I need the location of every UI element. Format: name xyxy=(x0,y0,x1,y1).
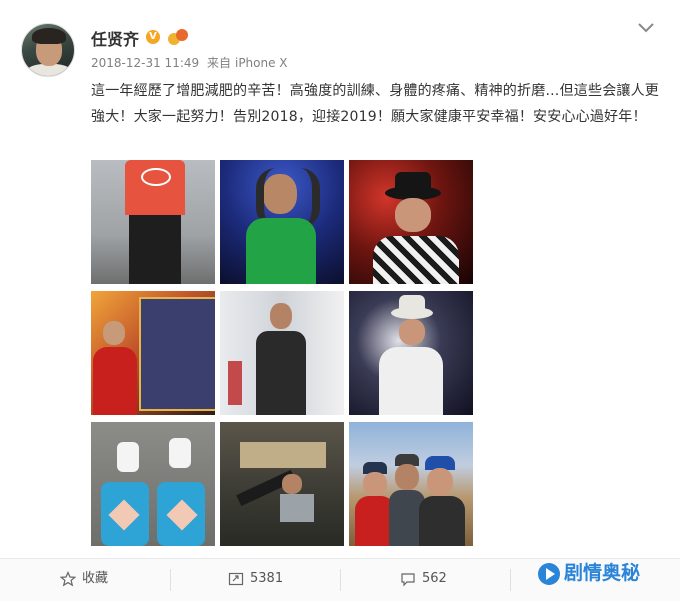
photo-thumbnail[interactable] xyxy=(349,422,473,546)
photo-thumbnail[interactable] xyxy=(220,422,344,546)
comment-icon xyxy=(401,572,415,586)
photo-thumbnail[interactable] xyxy=(220,291,344,415)
photo-thumbnail[interactable] xyxy=(220,160,344,284)
author-avatar[interactable] xyxy=(21,23,75,77)
comment-count: 562 xyxy=(422,571,447,586)
watermark-logo-icon xyxy=(538,562,560,585)
weibo-post-card: 任贤齐 V 2018-12-31 11:49 来自 iPhone X 這一年經歷了… xyxy=(0,0,680,601)
post-source-prefix: 来自 xyxy=(206,56,231,70)
action-divider xyxy=(170,569,171,591)
photo-thumbnail[interactable] xyxy=(349,291,473,415)
post-source-device: iPhone X xyxy=(234,56,288,70)
verified-badge-icon: V xyxy=(146,30,160,44)
comment-button[interactable]: 562 xyxy=(400,559,447,601)
chevron-down-icon[interactable] xyxy=(636,20,660,38)
favorite-label: 收藏 xyxy=(82,571,109,586)
watermark-text: 剧情奥秘 xyxy=(564,562,641,584)
post-meta: 2018-12-31 11:49 来自 iPhone X xyxy=(91,54,292,71)
action-divider xyxy=(510,569,511,591)
watermark: 剧情奥秘 xyxy=(538,558,640,588)
photo-thumbnail[interactable] xyxy=(349,160,473,284)
photo-thumbnail[interactable] xyxy=(91,291,215,415)
photo-thumbnail[interactable] xyxy=(91,422,215,546)
post-date[interactable]: 2018-12-31 11:49 xyxy=(91,56,199,70)
favorite-button[interactable]: 收藏 xyxy=(59,559,109,601)
member-badge-icon xyxy=(168,29,188,46)
action-divider xyxy=(340,569,341,591)
repost-button[interactable]: 5381 xyxy=(228,559,283,601)
repost-count: 5381 xyxy=(250,571,284,586)
photo-grid xyxy=(91,160,475,546)
repost-icon xyxy=(228,572,244,585)
photo-thumbnail[interactable] xyxy=(91,160,215,284)
author-name[interactable]: 任贤齐 xyxy=(91,26,139,50)
star-icon xyxy=(59,570,77,586)
post-text: 這一年經歷了增肥減肥的辛苦！高強度的訓練、身體的疼痛、精神的折磨…但這些会讓人更… xyxy=(91,83,659,125)
